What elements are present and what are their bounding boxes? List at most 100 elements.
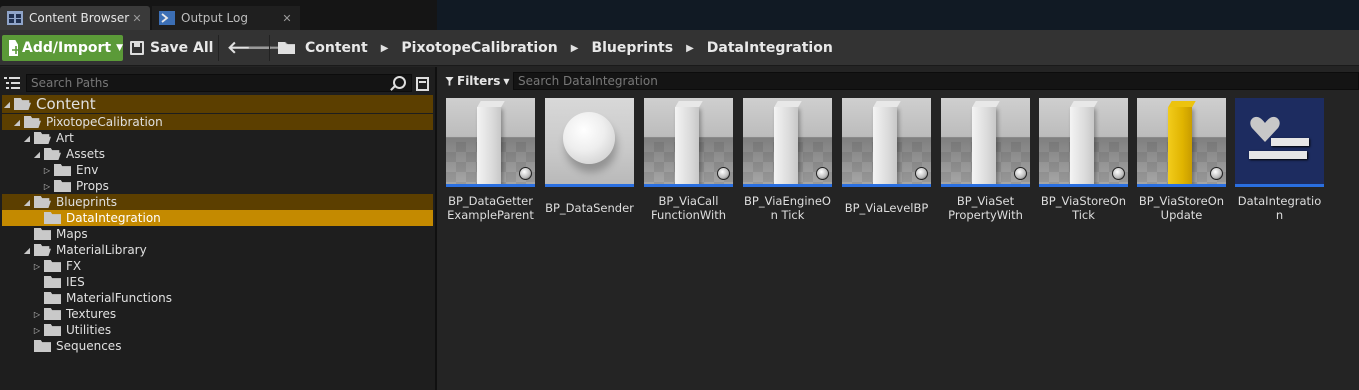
breadcrumb-item[interactable]: PixotopeCalibration bbox=[401, 40, 557, 56]
asset-thumbnail bbox=[743, 98, 832, 187]
asset-tile[interactable]: BP_ViaLevelBP bbox=[842, 98, 931, 224]
actor-sphere-icon bbox=[915, 167, 928, 180]
folder-icon bbox=[54, 164, 71, 176]
tree-item-dataintegration[interactable]: DataIntegration bbox=[2, 210, 433, 226]
folder-open-icon bbox=[34, 132, 51, 144]
chevron-right-icon[interactable]: ▶ bbox=[381, 43, 389, 54]
tree-item-blueprints[interactable]: ◢ Blueprints bbox=[2, 194, 433, 210]
expanded-arrow-icon[interactable]: ◢ bbox=[22, 134, 32, 143]
expanded-arrow-icon[interactable]: ◢ bbox=[12, 118, 22, 127]
expanded-arrow-icon[interactable]: ◢ bbox=[22, 198, 32, 207]
asset-tile[interactable]: BP_ViaStoreOn Update bbox=[1137, 98, 1226, 224]
tree-item-label: MaterialLibrary bbox=[56, 243, 147, 257]
actor-sphere-icon bbox=[1014, 167, 1027, 180]
add-import-button[interactable]: Add/Import ▼ bbox=[2, 35, 123, 61]
breadcrumb-item[interactable]: Content bbox=[305, 40, 368, 56]
asset-name: BP_DataGetter ExampleParent bbox=[447, 194, 534, 222]
tree-item-env[interactable]: ▷ Env bbox=[2, 162, 433, 178]
expanded-arrow-icon[interactable]: ◢ bbox=[2, 100, 12, 109]
tab-bar-empty-area bbox=[437, 0, 1359, 30]
folder-open-icon bbox=[24, 116, 41, 128]
asset-thumbnail bbox=[545, 98, 634, 187]
collapsed-arrow-icon[interactable]: ▷ bbox=[42, 166, 52, 175]
save-icon bbox=[130, 41, 144, 55]
tree-item-label: IES bbox=[66, 275, 85, 289]
tree-item-ies[interactable]: IES bbox=[2, 274, 433, 290]
tree-item-textures[interactable]: ▷ Textures bbox=[2, 306, 433, 322]
tree-item-label: Textures bbox=[66, 307, 117, 321]
sources-toggle-icon[interactable] bbox=[4, 76, 20, 90]
tree-item-art[interactable]: ◢ Art bbox=[2, 130, 433, 146]
tree-item-fx[interactable]: ▷ FX bbox=[2, 258, 433, 274]
tree-item-props[interactable]: ▷ Props bbox=[2, 178, 433, 194]
chevron-right-icon[interactable]: ▶ bbox=[686, 43, 694, 54]
asset-thumbnail bbox=[644, 98, 733, 187]
save-all-button[interactable]: Save All bbox=[130, 35, 213, 61]
asset-thumbnail bbox=[1235, 98, 1324, 187]
folder-icon bbox=[44, 212, 61, 224]
actor-sphere-icon bbox=[717, 167, 730, 180]
breadcrumb-item[interactable]: DataIntegration bbox=[707, 40, 833, 56]
tree-item-label: Env bbox=[76, 163, 99, 177]
folder-icon bbox=[44, 324, 61, 336]
expanded-arrow-icon[interactable]: ◢ bbox=[32, 150, 42, 159]
tree-item-sequences[interactable]: Sequences bbox=[2, 338, 433, 354]
close-icon[interactable]: ✕ bbox=[130, 12, 144, 25]
asset-thumbnail bbox=[842, 98, 931, 187]
search-paths-input[interactable]: Search Paths bbox=[26, 74, 412, 92]
tab-output-log[interactable]: Output Log ✕ bbox=[152, 6, 300, 30]
chevron-right-icon[interactable]: ▶ bbox=[571, 43, 579, 54]
view-options-icon[interactable] bbox=[416, 77, 429, 91]
expanded-arrow-icon[interactable]: ◢ bbox=[22, 246, 32, 255]
widget-bar-icon bbox=[1249, 151, 1307, 159]
asset-tile[interactable]: DataIntegration OverlayWidget bbox=[1235, 98, 1324, 224]
tree-item-maps[interactable]: Maps bbox=[2, 226, 433, 242]
close-icon[interactable]: ✕ bbox=[280, 12, 294, 25]
collapsed-arrow-icon[interactable]: ▷ bbox=[32, 326, 42, 335]
tree-item-content[interactable]: ◢ Content bbox=[2, 95, 433, 113]
asset-thumbnail bbox=[1137, 98, 1226, 187]
collapsed-arrow-icon[interactable]: ▷ bbox=[42, 182, 52, 191]
pillar-mesh-icon bbox=[675, 107, 699, 184]
asset-name: BP_ViaStoreOn Tick bbox=[1040, 194, 1127, 222]
collapsed-arrow-icon[interactable]: ▷ bbox=[32, 310, 42, 319]
folder-icon bbox=[44, 308, 61, 320]
toolbar-divider bbox=[269, 35, 270, 61]
asset-tile[interactable]: BP_DataGetter ExampleParent bbox=[446, 98, 535, 224]
asset-tile[interactable]: BP_ViaStoreOn Tick bbox=[1039, 98, 1128, 224]
actor-sphere-icon bbox=[1210, 167, 1223, 180]
folder-open-icon bbox=[34, 244, 51, 256]
tree-item-label: MaterialFunctions bbox=[66, 291, 173, 305]
asset-tile[interactable]: BP_ViaCall FunctionWith Actor bbox=[644, 98, 733, 224]
collapsed-arrow-icon[interactable]: ▷ bbox=[32, 262, 42, 271]
asset-name: BP_ViaSet PropertyWith Actor bbox=[948, 194, 1023, 224]
tree-item-utilities[interactable]: ▷ Utilities bbox=[2, 322, 433, 338]
asset-tile[interactable]: BP_DataSender bbox=[545, 98, 634, 224]
tree-item-materiallibrary[interactable]: ◢ MaterialLibrary bbox=[2, 242, 433, 258]
search-assets-input[interactable]: Search DataIntegration bbox=[513, 72, 1359, 90]
filter-icon bbox=[445, 76, 454, 86]
folder-icon bbox=[44, 292, 61, 304]
folder-icon bbox=[278, 42, 295, 54]
asset-name: BP_DataSender bbox=[545, 201, 634, 215]
filters-button[interactable]: Filters ▼ bbox=[445, 72, 510, 90]
asset-name: BP_ViaEngineOn Tick bbox=[744, 194, 831, 222]
tab-content-browser[interactable]: Content Browser ✕ bbox=[0, 6, 150, 30]
breadcrumb-item[interactable]: Blueprints bbox=[591, 40, 673, 56]
tree-item-label: Maps bbox=[56, 227, 88, 241]
tree-item-pixotopecalibration[interactable]: ◢ PixotopeCalibration bbox=[2, 114, 433, 130]
asset-tile[interactable]: BP_ViaEngineOn Tick bbox=[743, 98, 832, 224]
pillar-mesh-icon bbox=[774, 107, 798, 184]
folder-open-icon bbox=[34, 196, 51, 208]
add-import-label: Add/Import bbox=[22, 40, 112, 56]
actor-sphere-icon bbox=[519, 167, 532, 180]
asset-tile[interactable]: BP_ViaSet PropertyWith Actor bbox=[941, 98, 1030, 224]
folder-icon bbox=[54, 180, 71, 192]
asset-thumbnail bbox=[1039, 98, 1128, 187]
tree-item-materialfunctions[interactable]: MaterialFunctions bbox=[2, 290, 433, 306]
tree-item-label: Blueprints bbox=[56, 195, 118, 209]
search-icon[interactable] bbox=[393, 76, 406, 89]
tree-item-assets[interactable]: ◢ Assets bbox=[2, 146, 433, 162]
tree-item-label: Assets bbox=[66, 147, 106, 161]
save-all-label: Save All bbox=[150, 40, 214, 56]
